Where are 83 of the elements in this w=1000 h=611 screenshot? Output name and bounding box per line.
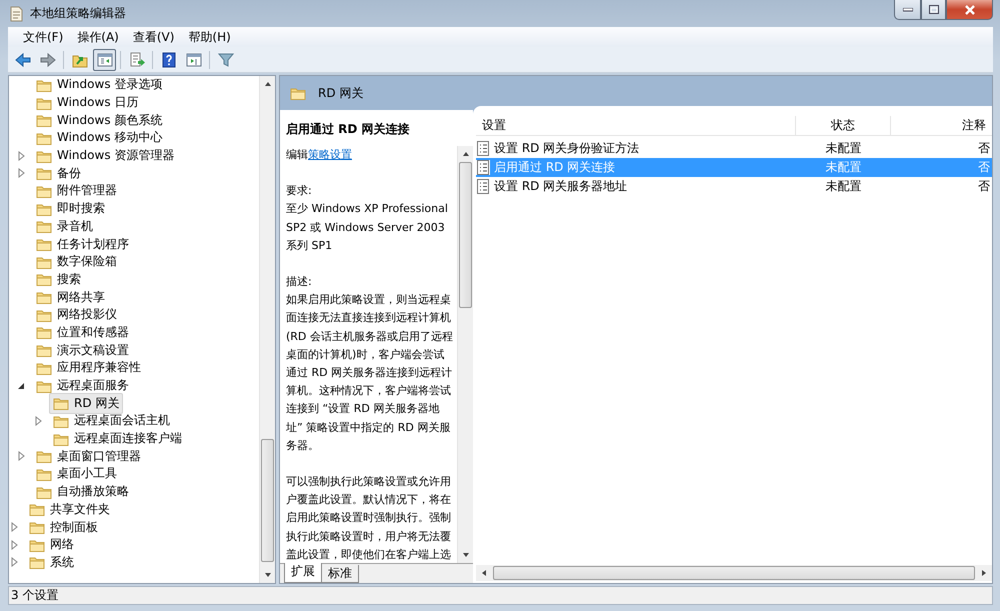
column-header[interactable]: 状态	[796, 116, 891, 135]
folder-icon	[29, 555, 45, 570]
folder-icon	[36, 254, 52, 269]
table-cell: 否	[891, 158, 992, 177]
description-text: 如果启用此策略设置，则当远程桌面连接无法直接连接到远程计算机(RD 会话主机服务器或启用了远程桌面的计算机)时，客户端会尝试通过 RD 网关服务器连接到远程计算机。这种情况下，客户端将尝试连接到 “设置 RD 网关服务器地址” 策略设置中指定的 RD 网关服务器。	[286, 292, 454, 454]
requirements-label: 要求:	[286, 183, 313, 200]
folder-icon	[36, 484, 52, 499]
column-header[interactable]: 设置	[476, 116, 796, 135]
folder-icon	[36, 113, 52, 128]
maximize-icon	[928, 5, 938, 14]
expand-triangle-icon[interactable]	[33, 416, 43, 426]
close-icon	[964, 4, 976, 14]
pane-title: RD 网关	[318, 84, 364, 102]
folder-icon	[290, 86, 306, 100]
document-icon	[8, 6, 24, 22]
folder-icon	[36, 130, 52, 145]
help-icon[interactable]	[160, 52, 176, 68]
tab[interactable]: 扩展	[284, 563, 322, 583]
column-header[interactable]: 注释	[891, 116, 992, 135]
setting-icon	[476, 141, 490, 156]
scrollbar-thumb[interactable]	[459, 162, 472, 308]
folder-icon	[36, 325, 52, 340]
back-arrow-icon[interactable]	[14, 52, 30, 68]
table-cell-text: 否	[977, 178, 991, 195]
folder-icon	[36, 343, 52, 358]
folder-icon	[29, 520, 45, 534]
scrollbar-thumb[interactable]	[493, 566, 975, 580]
folder-icon	[29, 538, 45, 552]
folder-icon	[36, 96, 52, 110]
menu-item[interactable]: 操作(A)	[70, 28, 126, 46]
export-list-icon[interactable]	[128, 52, 144, 68]
table-cell-text: 未配置	[824, 178, 862, 195]
expand-triangle-icon[interactable]	[9, 522, 19, 532]
policy-settings-link[interactable]: 策略设置	[308, 148, 352, 161]
edit-policy-text: 编辑策略设置	[286, 147, 353, 163]
description-label: 描述:	[286, 274, 313, 290]
setting-icon	[476, 160, 490, 175]
folder-icon	[53, 432, 69, 446]
folder-icon	[36, 272, 52, 286]
folder-icon	[36, 202, 52, 216]
requirements-text: 至少 Windows XP Professional SP2 或 Windows Server 2003 系列 SP1	[286, 201, 449, 254]
setting-title: 启用通过 RD 网关连接	[285, 121, 411, 138]
folder-icon	[53, 396, 69, 410]
folder-icon	[53, 414, 69, 428]
forward-arrow-icon[interactable]	[40, 52, 56, 68]
folder-icon	[36, 466, 52, 481]
collapse-triangle-icon[interactable]	[16, 380, 26, 391]
expand-triangle-icon[interactable]	[16, 150, 26, 161]
table-cell-text: 否	[977, 140, 991, 157]
expand-triangle-icon[interactable]	[16, 451, 26, 462]
status-text: 3 个设置	[11, 587, 58, 604]
table-cell-text: 未配置	[824, 140, 862, 157]
folder-icon	[36, 308, 52, 322]
folder-icon	[36, 148, 52, 163]
folder-icon	[36, 184, 52, 198]
folder-icon	[36, 237, 52, 252]
folder-icon	[29, 502, 45, 516]
window-title: 本地组策略编辑器	[30, 5, 126, 22]
folder-icon	[36, 166, 52, 180]
scrollbar-thumb[interactable]	[261, 438, 274, 562]
expand-triangle-icon[interactable]	[9, 540, 19, 550]
folder-icon	[36, 360, 52, 375]
folder-icon	[36, 378, 52, 393]
menu-item[interactable]: 查看(V)	[126, 28, 182, 46]
minimize-icon	[902, 8, 912, 12]
folder-icon	[36, 219, 52, 234]
menu-item[interactable]: 文件(F)	[16, 28, 70, 46]
filter-icon[interactable]	[218, 52, 234, 68]
tree-item[interactable]: RD 网关	[49, 392, 124, 414]
setting-row[interactable]: 设置 RD 网关服务器地址	[476, 177, 796, 196]
expand-triangle-icon[interactable]	[16, 168, 26, 178]
menu-item[interactable]: 帮助(H)	[181, 28, 238, 46]
folder-icon	[36, 78, 52, 92]
setting-icon	[476, 179, 490, 194]
console-tree-icon[interactable]	[96, 52, 112, 68]
action-pane-icon[interactable]	[186, 52, 202, 68]
description-text: 可以强制执行此策略设置或允许用户覆盖此设置。默认情况下，将在启用此策略设置时强制执行。强制执行此策略设置时，用户将无法覆盖此设置，即使他们在客户端上选	[286, 474, 452, 563]
table-cell: 未配置	[796, 158, 891, 177]
expand-triangle-icon[interactable]	[9, 557, 19, 568]
folder-icon	[36, 290, 52, 304]
folder-icon	[36, 449, 52, 464]
tab[interactable]: 标准	[321, 565, 359, 583]
setting-row[interactable]: 设置 RD 网关身份验证方法	[476, 139, 796, 158]
